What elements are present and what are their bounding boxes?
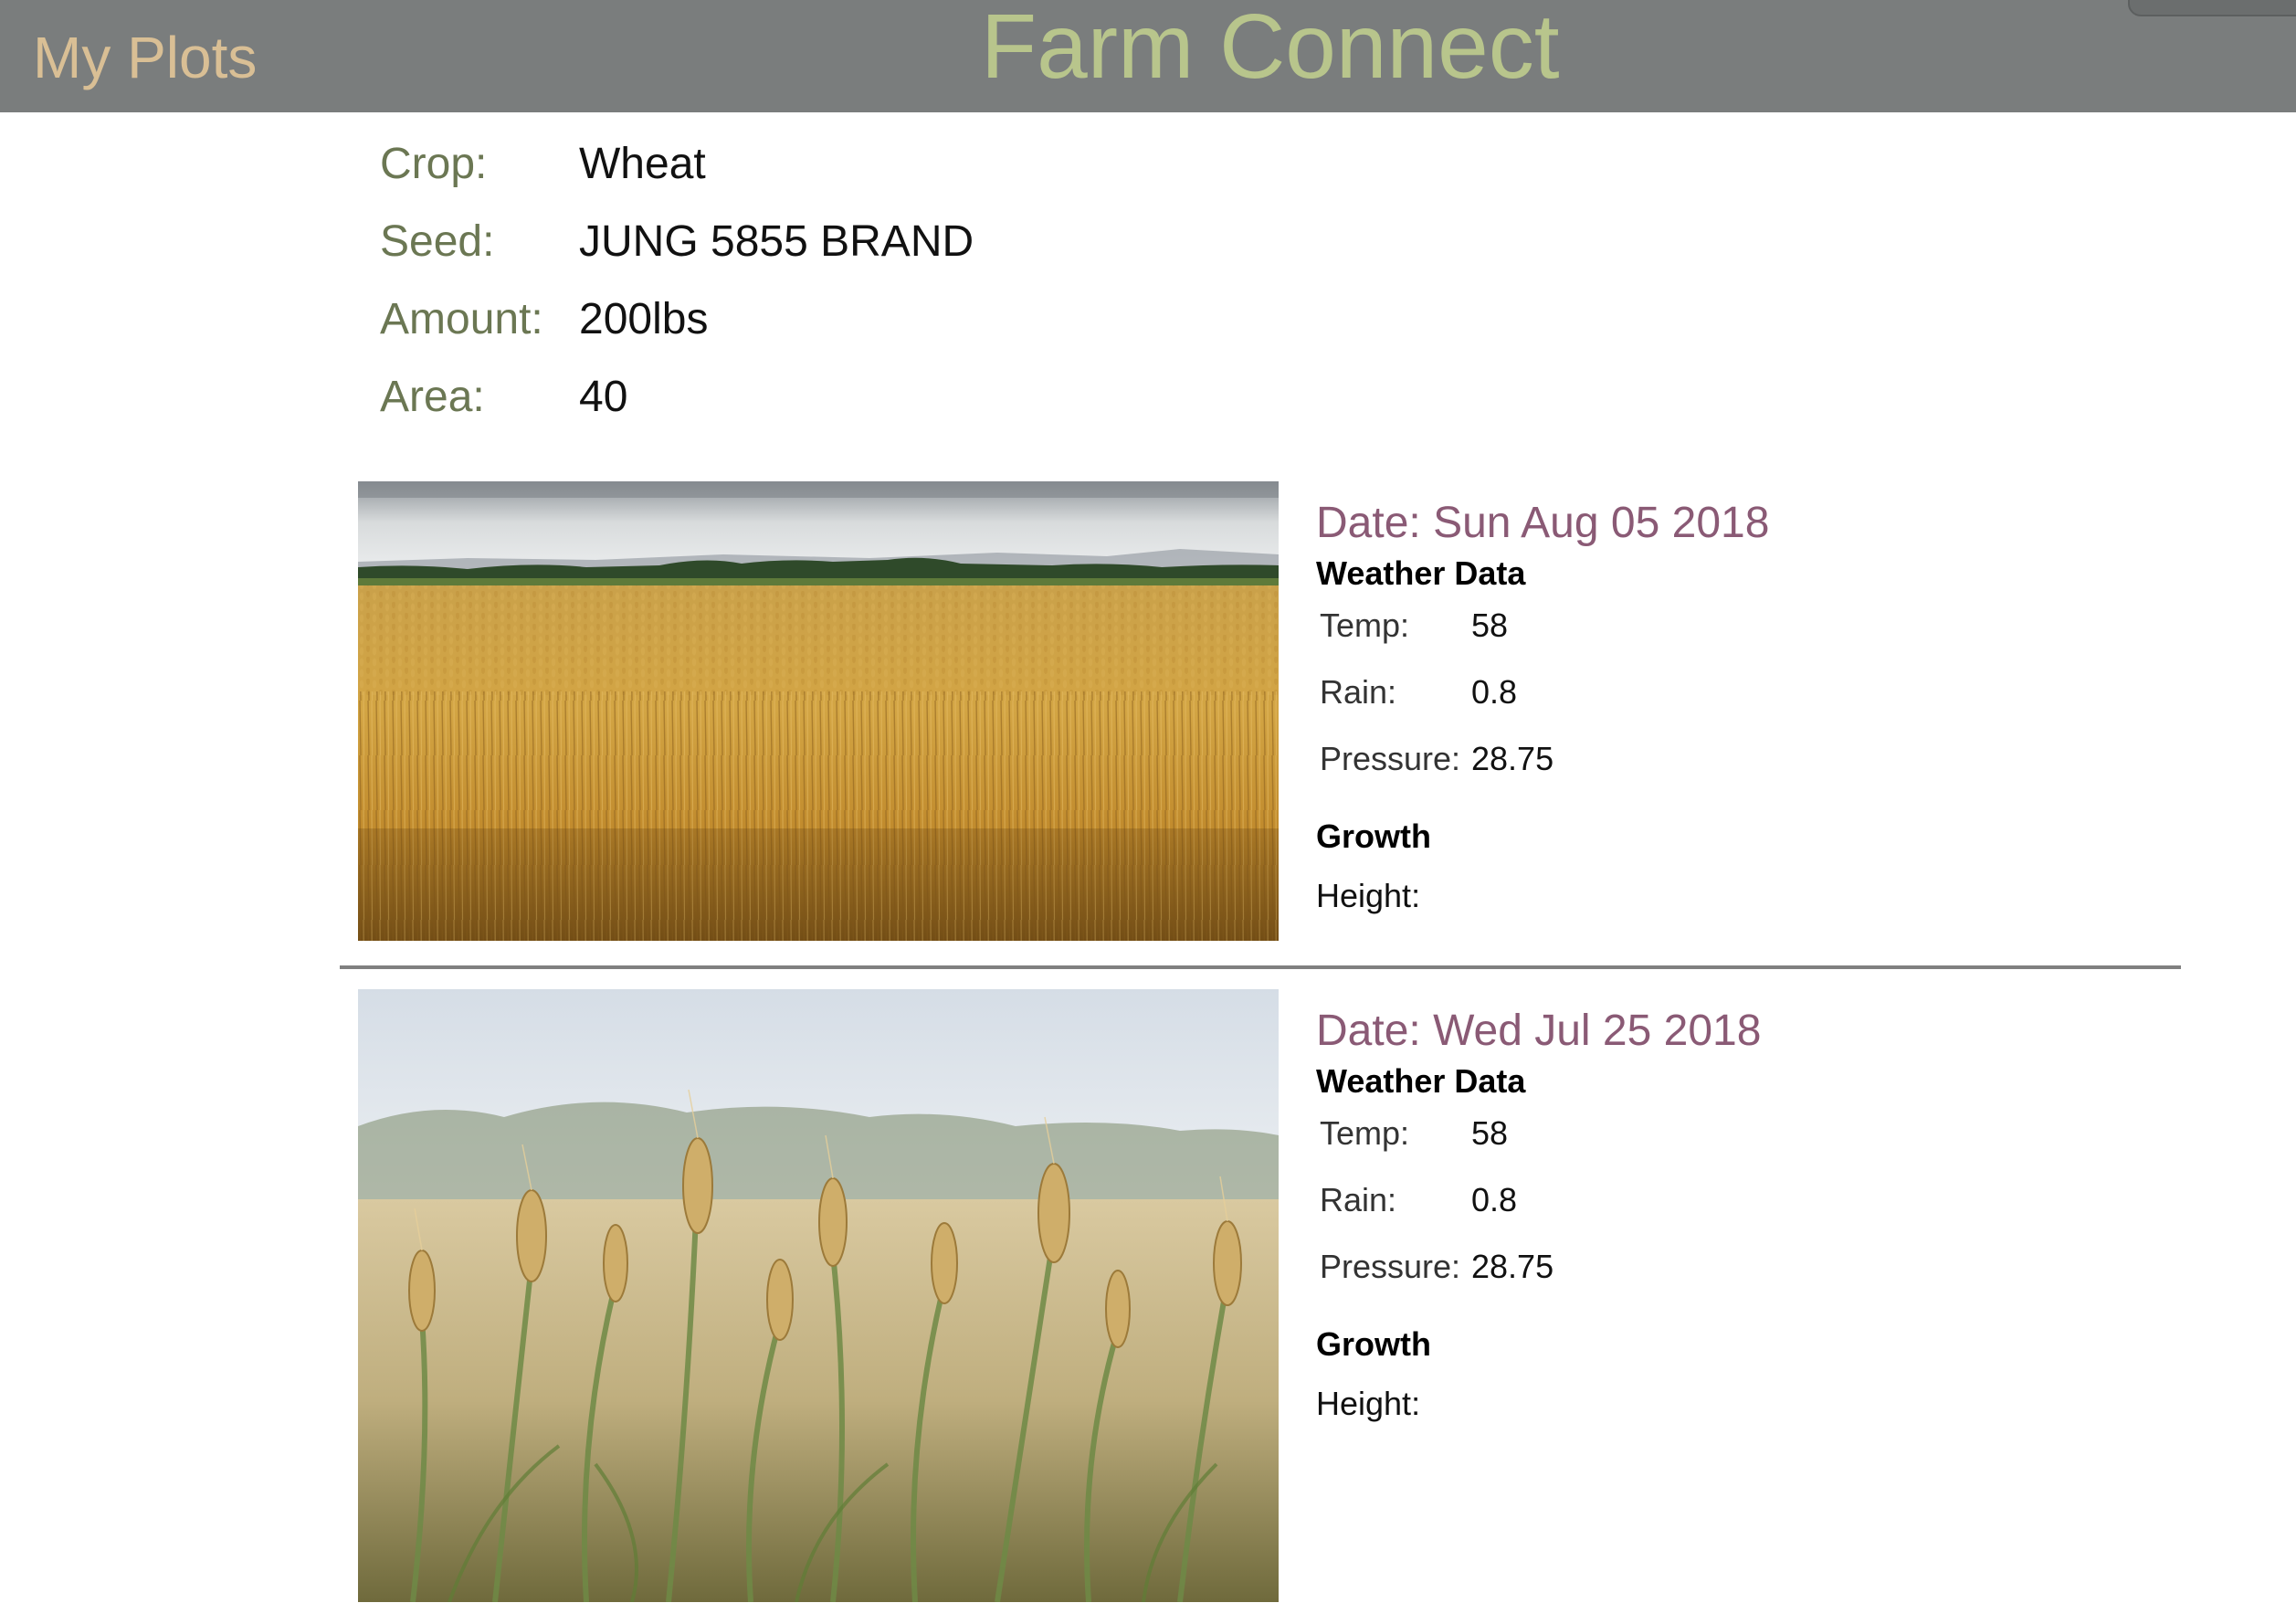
pressure-label: Pressure: xyxy=(1320,740,1461,777)
pressure-value: 28.75 xyxy=(1471,740,1554,777)
wheat-closeup-photo xyxy=(358,989,1279,1602)
height-label: Height: xyxy=(1316,877,1421,914)
area-label: Area: xyxy=(380,373,485,421)
seed-value: JUNG 5855 BRAND xyxy=(579,217,974,266)
rain-value: 0.8 xyxy=(1471,673,1518,711)
app-header: My Plots Farm Connect xyxy=(0,0,2296,112)
entry-date: Date: Sun Aug 05 2018 xyxy=(1316,499,1770,547)
temp-value: 58 xyxy=(1471,1114,1509,1152)
corner-tab[interactable] xyxy=(2128,0,2296,16)
entry-date: Date: Wed Jul 25 2018 xyxy=(1316,1007,1762,1055)
my-plots-link[interactable]: My Plots xyxy=(33,24,257,91)
rain-value: 0.8 xyxy=(1471,1181,1518,1218)
pressure-value: 28.75 xyxy=(1471,1248,1554,1285)
crop-label: Crop: xyxy=(380,140,488,188)
weather-data-heading: Weather Data xyxy=(1316,1062,1526,1100)
growth-heading: Growth xyxy=(1316,817,1431,855)
temp-value: 58 xyxy=(1471,606,1509,644)
app-title: Farm Connect xyxy=(981,0,1560,98)
amount-label: Amount: xyxy=(380,295,543,343)
rain-label: Rain: xyxy=(1320,1181,1397,1218)
entry-divider xyxy=(340,965,2181,969)
weather-data-heading: Weather Data xyxy=(1316,554,1526,592)
crop-value: Wheat xyxy=(579,140,706,188)
seed-label: Seed: xyxy=(380,217,495,266)
amount-value: 200lbs xyxy=(579,295,709,343)
rain-label: Rain: xyxy=(1320,673,1397,711)
pressure-label: Pressure: xyxy=(1320,1248,1461,1285)
temp-label: Temp: xyxy=(1320,1114,1410,1152)
growth-heading: Growth xyxy=(1316,1325,1431,1363)
height-label: Height: xyxy=(1316,1385,1421,1422)
area-value: 40 xyxy=(579,373,628,421)
temp-label: Temp: xyxy=(1320,606,1410,644)
wheat-field-photo xyxy=(358,481,1279,941)
